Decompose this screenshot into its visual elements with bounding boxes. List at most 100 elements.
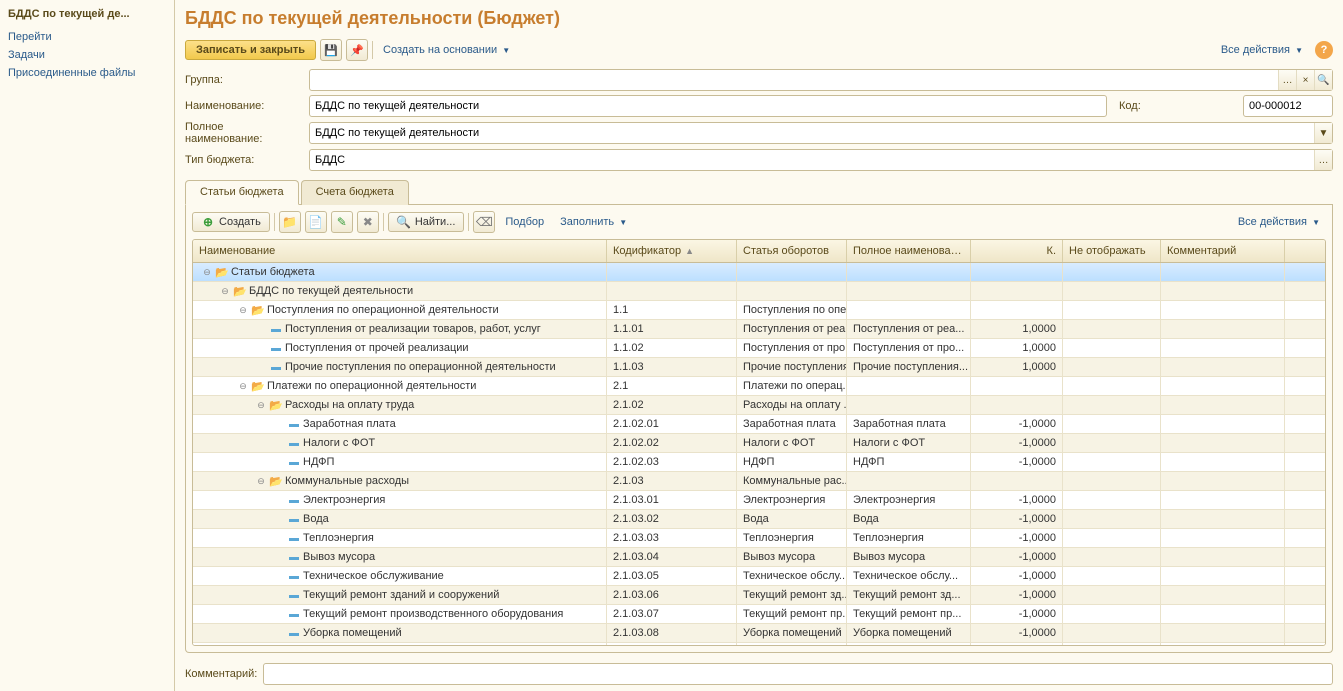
table-row[interactable]: ⊖📂Платежи по операционной деятельности2.… — [193, 377, 1325, 396]
row-fullname — [847, 282, 971, 300]
col-code[interactable]: Кодификатор▲ — [607, 240, 737, 262]
row-comment — [1161, 282, 1285, 300]
row-name: Электроэнергия — [303, 494, 385, 506]
row-comment — [1161, 453, 1285, 471]
group-clear-button[interactable]: × — [1296, 70, 1314, 90]
grid-new-folder-button[interactable]: 📁 — [279, 211, 301, 233]
row-fullname — [847, 263, 971, 281]
col-comment[interactable]: Комментарий — [1161, 240, 1285, 262]
toggle-icon[interactable]: ⊖ — [237, 305, 249, 316]
save-button[interactable]: 💾 — [320, 39, 342, 61]
chevron-down-icon: ▼ — [1295, 46, 1303, 55]
group-input[interactable] — [309, 69, 1333, 91]
sidebar-link-tasks[interactable]: Задачи — [0, 46, 174, 64]
pin-icon: 📌 — [350, 44, 364, 57]
table-row[interactable]: ▬Охрана помещений2.1.03.09Охрана помещен… — [193, 643, 1325, 645]
toolbar-separator — [372, 41, 373, 59]
sidebar-link-attached[interactable]: Присоединенные файлы — [0, 64, 174, 82]
group-select-button[interactable]: … — [1278, 70, 1296, 90]
row-name: Расходы на оплату труда — [285, 399, 414, 411]
row-k: -1,0000 — [971, 624, 1063, 642]
row-name: Вывоз мусора — [303, 551, 375, 563]
name-input[interactable] — [309, 95, 1107, 117]
fullname-input[interactable] — [309, 122, 1333, 144]
table-row[interactable]: ▬Техническое обслуживание2.1.03.05Технич… — [193, 567, 1325, 586]
row-hide — [1063, 586, 1161, 604]
table-row[interactable]: ⊖📂Статьи бюджета — [193, 263, 1325, 282]
table-row[interactable]: ⊖📂Коммунальные расходы2.1.03Коммунальные… — [193, 472, 1325, 491]
table-row[interactable]: ▬Теплоэнергия2.1.03.03ТеплоэнергияТеплоэ… — [193, 529, 1325, 548]
row-comment — [1161, 491, 1285, 509]
table-row[interactable]: ▬Электроэнергия2.1.03.01ЭлектроэнергияЭл… — [193, 491, 1325, 510]
table-row[interactable]: ▬Уборка помещений2.1.03.08Уборка помещен… — [193, 624, 1325, 643]
row-code: 2.1.03.01 — [607, 491, 737, 509]
row-code: 1.1.03 — [607, 358, 737, 376]
col-hide[interactable]: Не отображать — [1063, 240, 1161, 262]
grid-edit-button[interactable]: ✎ — [331, 211, 353, 233]
table-row[interactable]: ▬Вывоз мусора2.1.03.04Вывоз мусораВывоз … — [193, 548, 1325, 567]
grid-create-button[interactable]: ⊕Создать — [192, 212, 270, 232]
row-hide — [1063, 320, 1161, 338]
pin-button[interactable]: 📌 — [346, 39, 368, 61]
grid-pick-button[interactable]: Подбор — [499, 213, 550, 231]
toggle-icon[interactable]: ⊖ — [219, 286, 231, 297]
toggle-icon[interactable]: ⊖ — [255, 400, 267, 411]
type-input[interactable] — [309, 149, 1333, 171]
grid-body[interactable]: ⊖📂Статьи бюджета⊖📂БДДС по текущей деятел… — [193, 263, 1325, 645]
col-fullname[interactable]: Полное наименован... — [847, 240, 971, 262]
row-code: 2.1 — [607, 377, 737, 395]
copy-icon: 📄 — [309, 215, 323, 229]
save-close-button[interactable]: Записать и закрыть — [185, 40, 316, 60]
row-fullname: Прочие поступления... — [847, 358, 971, 376]
table-row[interactable]: ▬НДФП2.1.02.03НДФПНДФП-1,0000 — [193, 453, 1325, 472]
row-hide — [1063, 434, 1161, 452]
grid-delete-button[interactable]: ✖ — [357, 211, 379, 233]
grid-copy-button[interactable]: 📄 — [305, 211, 327, 233]
col-turnover[interactable]: Статья оборотов — [737, 240, 847, 262]
grid-clear-search-button[interactable]: ⌫ — [473, 211, 495, 233]
grid-find-button[interactable]: 🔍Найти... — [388, 212, 465, 232]
row-name: БДДС по текущей деятельности — [249, 285, 413, 297]
row-name: НДФП — [303, 456, 334, 468]
row-k — [971, 263, 1063, 281]
sidebar-link-goto[interactable]: Перейти — [0, 28, 174, 46]
table-row[interactable]: ▬Заработная плата2.1.02.01Заработная пла… — [193, 415, 1325, 434]
type-select-button[interactable]: … — [1314, 150, 1332, 170]
col-name[interactable]: Наименование — [193, 240, 607, 262]
row-name: Коммунальные расходы — [285, 475, 409, 487]
toggle-icon[interactable]: ⊖ — [237, 381, 249, 392]
row-fullname: Текущий ремонт зд... — [847, 586, 971, 604]
tab-budget-accounts[interactable]: Счета бюджета — [301, 180, 409, 205]
grid-all-actions-button[interactable]: Все действия ▼ — [1232, 213, 1326, 231]
table-row[interactable]: ▬Прочие поступления по операционной деят… — [193, 358, 1325, 377]
create-based-button[interactable]: Создать на основании ▼ — [377, 41, 516, 59]
chevron-down-icon: ▼ — [1312, 218, 1320, 227]
table-row[interactable]: ▬Текущий ремонт производственного оборуд… — [193, 605, 1325, 624]
col-k[interactable]: К. — [971, 240, 1063, 262]
comment-input[interactable] — [263, 663, 1333, 685]
row-code: 2.1.02.01 — [607, 415, 737, 433]
table-row[interactable]: ▬Вода2.1.03.02ВодаВода-1,0000 — [193, 510, 1325, 529]
group-open-button[interactable]: 🔍 — [1314, 70, 1332, 90]
table-row[interactable]: ⊖📂Расходы на оплату труда2.1.02Расходы н… — [193, 396, 1325, 415]
table-row[interactable]: ▬Текущий ремонт зданий и сооружений2.1.0… — [193, 586, 1325, 605]
all-actions-button[interactable]: Все действия ▼ — [1215, 41, 1309, 59]
help-icon[interactable]: ? — [1315, 41, 1333, 59]
row-turnover: Платежи по операц... — [737, 377, 847, 395]
row-turnover: Вывоз мусора — [737, 548, 847, 566]
toggle-icon[interactable]: ⊖ — [255, 476, 267, 487]
table-row[interactable]: ⊖📂Поступления по операционной деятельнос… — [193, 301, 1325, 320]
row-k: -1,0000 — [971, 510, 1063, 528]
table-row[interactable]: ▬Поступления от прочей реализации1.1.02П… — [193, 339, 1325, 358]
row-fullname — [847, 301, 971, 319]
fullname-dropdown-button[interactable]: ▼ — [1314, 123, 1332, 143]
table-row[interactable]: ▬Поступления от реализации товаров, рабо… — [193, 320, 1325, 339]
table-row[interactable]: ▬Налоги с ФОТ2.1.02.02Налоги с ФОТНалоги… — [193, 434, 1325, 453]
code-input[interactable] — [1243, 95, 1333, 117]
table-row[interactable]: ⊖📂БДДС по текущей деятельности — [193, 282, 1325, 301]
row-turnover: Заработная плата — [737, 415, 847, 433]
grid-fill-button[interactable]: Заполнить ▼ — [554, 213, 633, 231]
tab-budget-items[interactable]: Статьи бюджета — [185, 180, 299, 205]
toggle-icon[interactable]: ⊖ — [201, 267, 213, 278]
row-fullname: Уборка помещений — [847, 624, 971, 642]
